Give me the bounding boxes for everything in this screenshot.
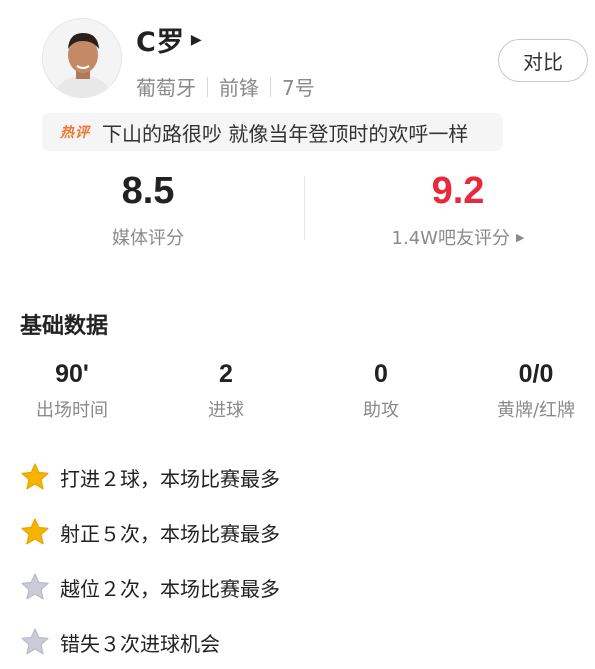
star-gray-icon	[21, 628, 49, 655]
highlight-item: 射正５次，本场比赛最多	[20, 515, 280, 549]
player-country: 葡萄牙	[136, 76, 196, 100]
media-rating-label: 媒体评分	[112, 228, 184, 249]
highlight-text: 越位２次，本场比赛最多	[60, 576, 280, 601]
star-gold-icon	[21, 518, 49, 545]
stat-minutes-played: 90' 出场时间	[7, 360, 137, 422]
stat-label: 助攻	[363, 400, 399, 421]
player-name-row[interactable]: C罗 ▶	[136, 20, 202, 59]
player-avatar[interactable]	[42, 18, 122, 98]
player-meta: 葡萄牙 前锋 7号	[136, 72, 315, 101]
stat-label: 出场时间	[36, 400, 108, 421]
divider	[270, 76, 271, 97]
highlight-item: 越位２次，本场比赛最多	[20, 570, 280, 604]
highlight-item: 错失３次进球机会	[20, 625, 220, 659]
section-title: 基础数据	[20, 314, 109, 339]
divider	[207, 76, 208, 97]
stat-label: 进球	[208, 400, 244, 421]
player-photo-icon	[43, 19, 121, 97]
player-name: C罗	[136, 27, 185, 58]
rating-divider	[304, 176, 305, 240]
stat-cards: 0/0 黄牌/红牌	[471, 360, 595, 422]
stat-value: 0	[374, 360, 388, 388]
star-gray-icon	[21, 573, 49, 600]
fans-score: 9.2	[431, 170, 485, 212]
stat-label: 黄牌/红牌	[496, 400, 576, 421]
stat-assists: 0 助攻	[316, 360, 446, 422]
media-score: 8.5	[121, 170, 175, 212]
stat-goals: 2 进球	[161, 360, 291, 422]
highlight-item: 打进２球，本场比赛最多	[20, 460, 280, 494]
stat-value: 90'	[55, 360, 89, 388]
player-position: 前锋	[219, 76, 259, 100]
compare-button[interactable]: 对比	[498, 39, 588, 82]
fans-rating-label: 1.4W吧友评分	[391, 228, 510, 249]
stat-value: 0/0	[518, 360, 554, 388]
play-arrow-icon: ▶	[515, 230, 525, 244]
highlight-text: 打进２球，本场比赛最多	[60, 466, 280, 491]
star-gold-icon	[21, 463, 49, 490]
hot-comment-bar[interactable]: 热评 下山的路很吵 就像当年登顶时的欢呼一样	[42, 113, 503, 151]
fans-rating[interactable]: 9.2 1.4W吧友评分 ▶	[358, 170, 558, 250]
play-arrow-icon: ▶	[190, 31, 202, 48]
player-number: 7号	[282, 76, 315, 100]
stat-value: 2	[219, 360, 233, 388]
hot-comment-tag: 热评	[60, 125, 90, 141]
hot-comment-text: 下山的路很吵 就像当年登顶时的欢呼一样	[102, 121, 469, 146]
highlight-text: 错失３次进球机会	[60, 631, 220, 656]
highlight-text: 射正５次，本场比赛最多	[60, 521, 280, 546]
media-rating: 8.5 媒体评分	[48, 170, 248, 250]
